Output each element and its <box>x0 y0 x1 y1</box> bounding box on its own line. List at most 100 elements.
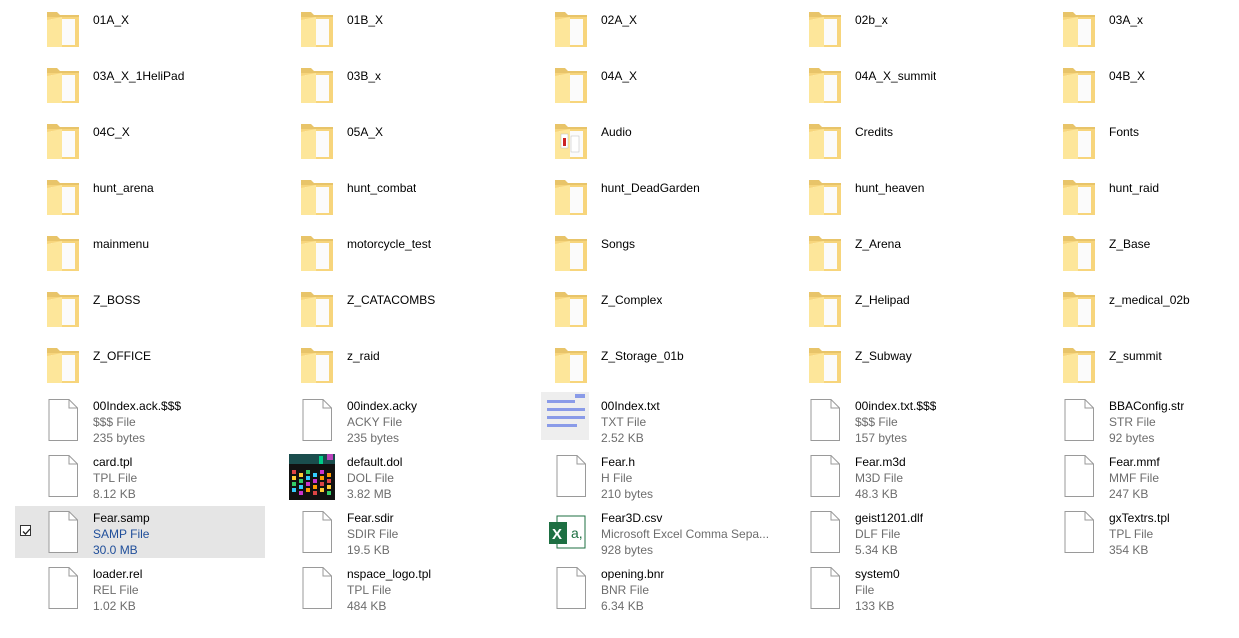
item-details: Credits <box>855 124 893 140</box>
item-name: 03A_x <box>1109 13 1144 27</box>
item-size: 210 bytes <box>601 487 654 501</box>
item-details: BBAConfig.str STR File 92 bytes <box>1109 398 1184 446</box>
item-type: STR File <box>1109 415 1156 429</box>
item-details: 04B_X <box>1109 68 1145 84</box>
item-details: Z_Arena <box>855 236 901 252</box>
folder-item[interactable]: hunt_raid <box>1031 170 1239 222</box>
folder-item[interactable]: z_medical_02b <box>1031 282 1239 334</box>
file-item[interactable]: gxTextrs.tpl TPL File 354 KB <box>1031 506 1239 558</box>
file-icon <box>45 566 81 610</box>
folder-item[interactable]: 04C_X <box>15 114 265 166</box>
folder-item[interactable]: Z_BOSS <box>15 282 265 334</box>
folder-item[interactable]: Z_CATACOMBS <box>269 282 519 334</box>
item-name: loader.rel <box>93 567 143 581</box>
folder-item[interactable]: 02A_X <box>523 2 773 54</box>
file-icon <box>1061 398 1097 442</box>
folder-icon <box>1061 342 1097 386</box>
folder-item[interactable]: 02b_x <box>777 2 1027 54</box>
folder-item[interactable]: Audio <box>523 114 773 166</box>
folder-item[interactable]: mainmenu <box>15 226 265 278</box>
item-details: Fear.m3d M3D File 48.3 KB <box>855 454 906 502</box>
file-item[interactable]: Fear.mmf MMF File 247 KB <box>1031 450 1239 502</box>
file-item[interactable]: card.tpl TPL File 8.12 KB <box>15 450 265 502</box>
file-item[interactable]: BBAConfig.str STR File 92 bytes <box>1031 394 1239 446</box>
folder-item[interactable]: Fonts <box>1031 114 1239 166</box>
file-item[interactable]: 00Index.ack.$$$ $$$ File 235 bytes <box>15 394 265 446</box>
folder-icon <box>807 286 843 330</box>
folder-item[interactable]: Z_OFFICE <box>15 338 265 390</box>
item-details: 02b_x <box>855 12 888 28</box>
folder-icon <box>1061 174 1097 218</box>
folder-item[interactable]: hunt_DeadGarden <box>523 170 773 222</box>
item-name: 04A_X_summit <box>855 69 937 83</box>
folder-item[interactable]: Z_Subway <box>777 338 1027 390</box>
folder-item[interactable]: Credits <box>777 114 1027 166</box>
file-item[interactable]: Fear.samp SAMP File 30.0 MB <box>15 506 265 558</box>
file-item[interactable]: opening.bnr BNR File 6.34 KB <box>523 562 773 614</box>
folder-item[interactable]: z_raid <box>269 338 519 390</box>
item-name: Fear.sdir <box>347 511 394 525</box>
item-size: 92 bytes <box>1109 431 1155 445</box>
item-details: mainmenu <box>93 236 149 252</box>
folder-item[interactable]: 03A_X_1HeliPad <box>15 58 265 110</box>
file-item[interactable]: Fear.h H File 210 bytes <box>523 450 773 502</box>
folder-item[interactable]: hunt_heaven <box>777 170 1027 222</box>
folder-item[interactable]: Z_summit <box>1031 338 1239 390</box>
item-name: z_medical_02b <box>1109 293 1190 307</box>
folder-item[interactable]: 03A_x <box>1031 2 1239 54</box>
folder-item[interactable]: Z_Helipad <box>777 282 1027 334</box>
item-name: 00Index.txt <box>601 399 660 413</box>
file-item[interactable]: default.dol DOL File 3.82 MB <box>269 450 519 502</box>
item-details: Fear.mmf MMF File 247 KB <box>1109 454 1160 502</box>
file-item[interactable]: 00Index.txt TXT File 2.52 KB <box>523 392 773 446</box>
item-details: Z_Subway <box>855 348 912 364</box>
file-item[interactable]: Fear.sdir SDIR File 19.5 KB <box>269 506 519 558</box>
file-icon <box>553 566 589 610</box>
item-details: Fear.samp SAMP File 30.0 MB <box>93 510 150 558</box>
folder-item[interactable]: 04A_X_summit <box>777 58 1027 110</box>
item-details: 03A_x <box>1109 12 1143 28</box>
folder-item[interactable]: 01A_X <box>15 2 265 54</box>
item-details: hunt_arena <box>93 180 154 196</box>
item-details: Z_Complex <box>601 292 662 308</box>
folder-icon <box>553 6 589 50</box>
file-item[interactable]: 00index.txt.$$$ $$$ File 157 bytes <box>777 394 1027 446</box>
item-details: Songs <box>601 236 635 252</box>
item-details: Z_summit <box>1109 348 1162 364</box>
file-item[interactable]: nspace_logo.tpl TPL File 484 KB <box>269 562 519 614</box>
folder-item[interactable]: 04A_X <box>523 58 773 110</box>
folder-item[interactable]: Z_Arena <box>777 226 1027 278</box>
folder-item[interactable]: motorcycle_test <box>269 226 519 278</box>
folder-item[interactable]: Songs <box>523 226 773 278</box>
selection-checkbox[interactable] <box>20 525 31 536</box>
file-item[interactable]: a, X Fear3D.csv Microsoft Excel Comma Sepa… <box>523 506 773 558</box>
item-type: BNR File <box>601 583 650 597</box>
folder-icon <box>1061 62 1097 106</box>
folder-icon <box>807 62 843 106</box>
folder-item[interactable]: 01B_X <box>269 2 519 54</box>
file-item[interactable]: Fear.m3d M3D File 48.3 KB <box>777 450 1027 502</box>
file-item[interactable]: geist1201.dlf DLF File 5.34 KB <box>777 506 1027 558</box>
item-details: 00index.acky ACKY File 235 bytes <box>347 398 417 446</box>
folder-item[interactable]: 03B_x <box>269 58 519 110</box>
folder-item[interactable]: Z_Complex <box>523 282 773 334</box>
folder-item[interactable]: 04B_X <box>1031 58 1239 110</box>
folder-item[interactable]: hunt_arena <box>15 170 265 222</box>
file-icon <box>299 510 335 554</box>
file-item[interactable]: system0 File 133 KB <box>777 562 1027 614</box>
folder-item[interactable]: Z_Storage_01b <box>523 338 773 390</box>
folder-item[interactable]: hunt_combat <box>269 170 519 222</box>
folder-item[interactable]: Z_Base <box>1031 226 1239 278</box>
folder-icon <box>299 230 335 274</box>
item-details: Z_OFFICE <box>93 348 151 364</box>
item-details: Z_BOSS <box>93 292 140 308</box>
item-name: geist1201.dlf <box>855 511 924 525</box>
file-item[interactable]: loader.rel REL File 1.02 KB <box>15 562 265 614</box>
file-item[interactable]: 00index.acky ACKY File 235 bytes <box>269 394 519 446</box>
item-details: 03B_x <box>347 68 381 84</box>
item-name: 03A_X_1HeliPad <box>93 69 185 83</box>
folder-icon <box>299 174 335 218</box>
folder-item[interactable]: 05A_X <box>269 114 519 166</box>
folder-icon <box>45 230 81 274</box>
file-icon <box>1061 454 1097 498</box>
